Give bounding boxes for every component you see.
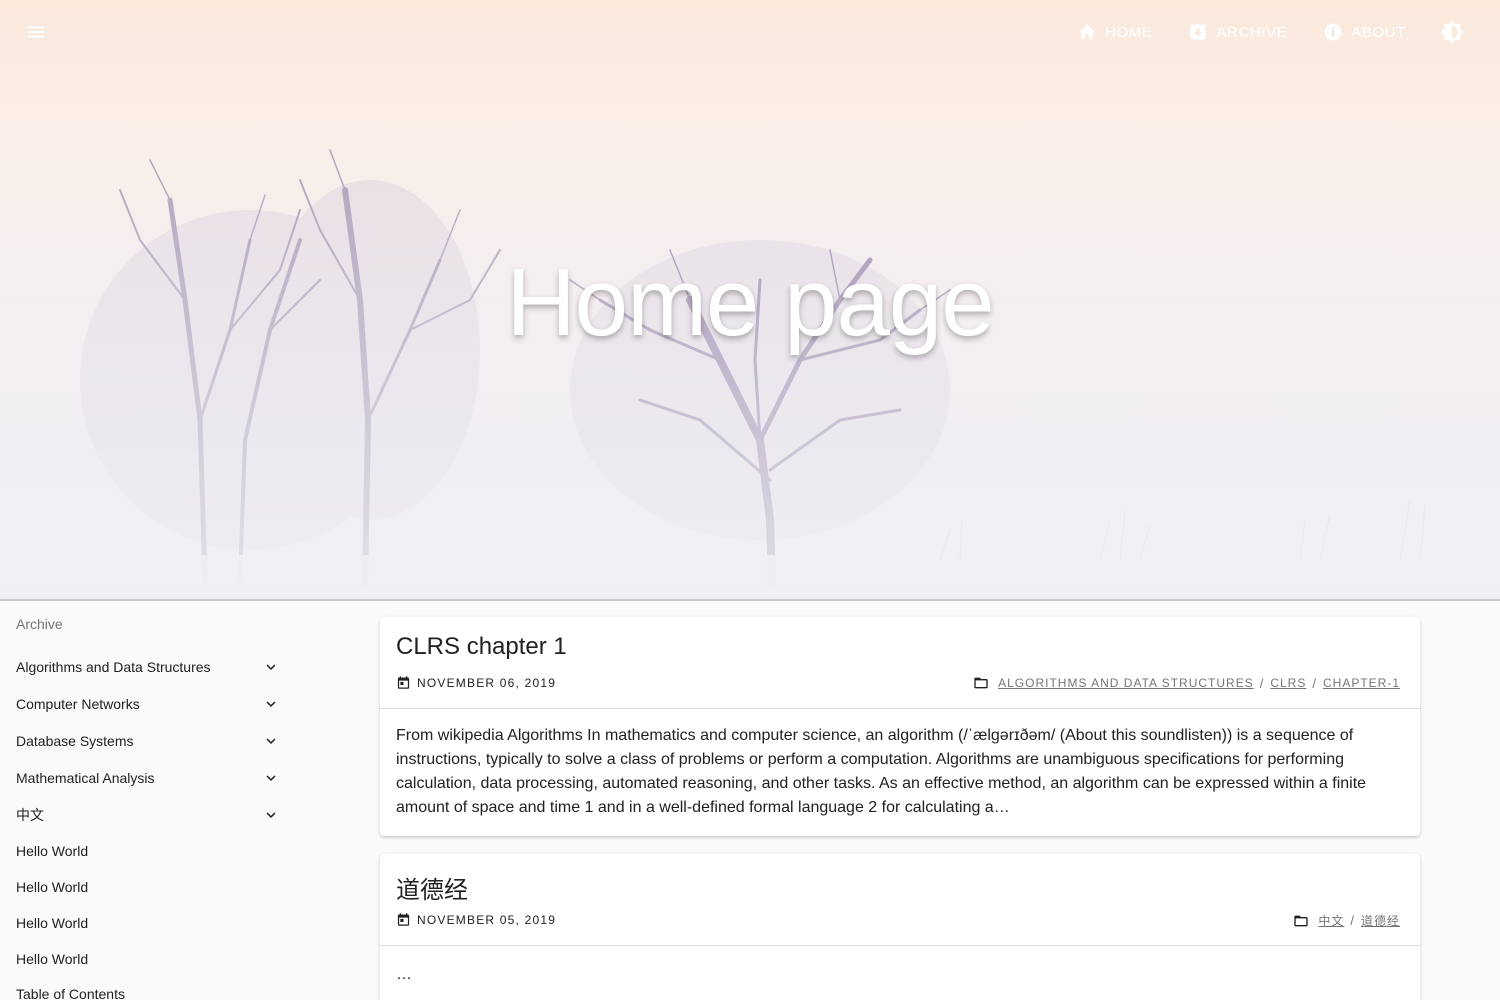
sidebar-item-hello-world[interactable]: Hello World bbox=[16, 872, 286, 902]
post-date: NOVEMBER 06, 2019 bbox=[396, 675, 556, 690]
nav-home-label: HOME bbox=[1105, 23, 1153, 41]
nav-archive-label: ARCHIVE bbox=[1216, 23, 1288, 41]
category-separator: / bbox=[1350, 913, 1355, 928]
archive-icon bbox=[1190, 24, 1206, 40]
post-date-text: NOVEMBER 05, 2019 bbox=[417, 912, 557, 927]
category-link[interactable]: CLRS bbox=[1270, 676, 1306, 690]
card-divider bbox=[380, 945, 1420, 946]
calendar-icon bbox=[397, 913, 410, 926]
sidebar-item-table-of-contents[interactable]: Table of Contents bbox=[16, 979, 286, 1000]
post-excerpt: … bbox=[396, 966, 412, 983]
sidebar-item-label: Hello World bbox=[16, 843, 89, 859]
top-app-bar: HOME ARCHIVE ABOUT bbox=[0, 0, 1500, 64]
sidebar-item-label: Database Systems bbox=[16, 733, 134, 749]
nav-about[interactable]: ABOUT bbox=[1305, 12, 1424, 52]
top-nav: HOME ARCHIVE ABOUT bbox=[1059, 0, 1500, 64]
sidebar-item-label: Hello World bbox=[16, 915, 89, 931]
sidebar-item-label: 中文 bbox=[16, 807, 44, 823]
theme-toggle-button[interactable] bbox=[1434, 14, 1470, 50]
category-link[interactable]: 道德经 bbox=[1361, 912, 1400, 929]
sidebar-item-algorithms[interactable]: Algorithms and Data Structures bbox=[16, 652, 286, 682]
post-card: CLRS chapter 1 NOVEMBER 06, 2019 ALGORIT… bbox=[380, 617, 1420, 836]
post-categories: 中文 / 道德经 bbox=[1293, 912, 1400, 929]
sidebar-item-label: Hello World bbox=[16, 879, 89, 895]
menu-button[interactable] bbox=[18, 14, 54, 50]
category-link[interactable]: CHAPTER-1 bbox=[1323, 676, 1400, 690]
nav-archive[interactable]: ARCHIVE bbox=[1170, 12, 1305, 52]
info-icon bbox=[1324, 23, 1342, 41]
chevron-down-icon[interactable] bbox=[262, 732, 280, 750]
sidebar-item-label: Table of Contents bbox=[16, 986, 125, 1000]
calendar-icon bbox=[397, 676, 410, 689]
sidebar-item-chinese[interactable]: 中文 bbox=[16, 800, 286, 830]
category-link[interactable]: 中文 bbox=[1318, 912, 1344, 929]
sidebar-item-database-systems[interactable]: Database Systems bbox=[16, 726, 286, 756]
category-link[interactable]: ALGORITHMS AND DATA STRUCTURES bbox=[998, 676, 1254, 690]
sidebar-item-label: Algorithms and Data Structures bbox=[16, 659, 211, 675]
post-date: NOVEMBER 05, 2019 bbox=[396, 912, 556, 927]
sidebar-item-mathematical-analysis[interactable]: Mathematical Analysis bbox=[16, 763, 286, 793]
hero-banner: Home page HOME ARCHIVE ABOUT bbox=[0, 0, 1500, 600]
chevron-down-icon[interactable] bbox=[262, 769, 280, 787]
home-icon bbox=[1078, 24, 1096, 39]
chevron-down-icon[interactable] bbox=[262, 806, 280, 824]
brightness-icon bbox=[1440, 20, 1464, 44]
post-card: 道德经 NOVEMBER 05, 2019 中文 / 道德经 … bbox=[380, 854, 1420, 1000]
archive-sidebar: Archive Algorithms and Data Structures C… bbox=[0, 601, 300, 1000]
post-title[interactable]: CLRS chapter 1 bbox=[396, 633, 567, 661]
category-separator: / bbox=[1259, 675, 1265, 691]
nav-home[interactable]: HOME bbox=[1059, 12, 1170, 52]
post-title[interactable]: 道德经 bbox=[396, 870, 468, 905]
sidebar-item-label: Mathematical Analysis bbox=[16, 770, 155, 786]
sidebar-item-hello-world[interactable]: Hello World bbox=[16, 944, 286, 974]
nav-about-label: ABOUT bbox=[1351, 23, 1406, 41]
post-date-text: NOVEMBER 06, 2019 bbox=[417, 675, 557, 690]
chevron-down-icon[interactable] bbox=[262, 695, 280, 713]
folder-icon bbox=[1294, 915, 1309, 926]
sidebar-item-label: Hello World bbox=[16, 951, 89, 967]
chevron-down-icon[interactable] bbox=[262, 658, 280, 676]
menu-icon bbox=[27, 26, 45, 38]
category-separator: / bbox=[1312, 675, 1317, 691]
folder-icon bbox=[974, 677, 988, 689]
card-divider bbox=[380, 708, 1420, 709]
sidebar-item-hello-world[interactable]: Hello World bbox=[16, 836, 286, 866]
post-categories: ALGORITHMS AND DATA STRUCTURES / CLRS / … bbox=[973, 675, 1400, 691]
sidebar-item-label: Computer Networks bbox=[16, 696, 140, 712]
sidebar-item-computer-networks[interactable]: Computer Networks bbox=[16, 689, 286, 719]
sidebar-item-hello-world[interactable]: Hello World bbox=[16, 908, 286, 938]
post-excerpt: From wikipedia Algorithms In mathematics… bbox=[396, 727, 1367, 816]
page-title: Home page bbox=[506, 249, 994, 356]
sidebar-heading: Archive bbox=[16, 616, 63, 632]
